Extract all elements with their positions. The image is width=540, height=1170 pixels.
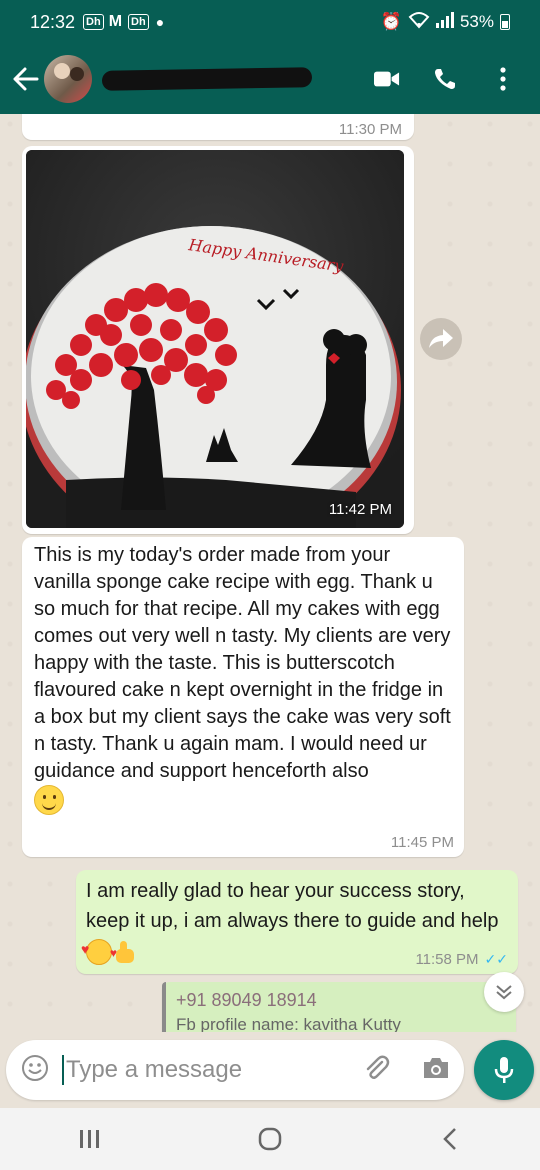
cake-image: Happy Anniversary [26,150,404,528]
text-caret [62,1055,64,1085]
recent-apps-button[interactable] [60,1119,120,1159]
battery-text: 53% [459,12,494,31]
chat-header [0,44,540,114]
status-time: 12:32 [30,11,76,32]
microphone-icon [494,1057,514,1083]
reply-body: I am really glad to hear your success st… [86,880,499,932]
image-time: 11:42 PM [328,501,392,518]
system-navigation-bar [0,1108,540,1170]
message-input-bar [6,1040,464,1100]
battery-icon [500,14,510,30]
message-bubble-previous[interactable]: 11:30 PM [22,114,414,140]
camera-icon[interactable] [422,1056,450,1085]
more-options-icon[interactable] [490,66,516,92]
dailyhunt-icon: Dh [128,14,149,30]
message-time: 11:58 PM [415,951,479,968]
back-nav-button[interactable] [420,1119,480,1159]
message-time: 11:45 PM [390,834,454,851]
smiling-hearts-emoji-icon [81,934,117,968]
chat-area[interactable]: 11:30 PM Happy Anniversary 11:42 PM This… [0,114,540,1032]
contact-card-profile: Fb profile name: kavitha Kutty [176,1015,401,1032]
back-button[interactable] [8,67,44,91]
outgoing-message-bubble[interactable]: I am really glad to hear your success st… [76,870,518,974]
text-message-bubble[interactable]: This is my today's order made from your … [22,537,464,857]
share-arrow-icon [429,329,453,348]
notification-dot-icon: ● [155,14,165,30]
home-icon [258,1127,282,1151]
home-button[interactable] [240,1119,300,1159]
message-body: This is my today's order made from your … [34,544,451,782]
status-bar: 12:32 Dh M Dh ● ⏰ 53% [0,0,540,44]
paperclip-icon[interactable] [362,1054,390,1087]
message-time: 11:30 PM [338,121,402,138]
video-call-icon[interactable] [374,66,400,92]
double-chevron-down-icon [496,985,512,1000]
status-right: ⏰ 53% [381,11,510,34]
gmail-icon: M [108,13,123,30]
emoji-icon[interactable] [20,1053,50,1088]
dailyhunt-icon: Dh [83,14,104,30]
chevron-left-icon [443,1128,456,1150]
alarm-icon: ⏰ [380,12,402,31]
header-actions [374,66,516,92]
forward-button[interactable] [420,318,462,360]
message-meta: 11:58 PM ✓✓ [415,951,508,968]
signal-icon [435,11,454,33]
cake-photo[interactable]: Happy Anniversary 11:42 PM [26,150,404,528]
input-actions [362,1054,450,1087]
phone-call-icon[interactable] [432,66,458,92]
image-message-bubble[interactable]: Happy Anniversary 11:42 PM [22,146,414,534]
contact-card-phone: +91 89049 18914 [176,990,317,1010]
thumbs-up-emoji-icon [112,939,138,965]
arrow-left-icon [13,67,39,91]
recent-apps-icon [80,1130,99,1148]
message-text: This is my today's order made from your … [34,542,452,815]
read-ticks-icon: ✓✓ [484,951,508,967]
contact-name[interactable] [101,67,313,91]
message-input[interactable] [66,1056,336,1084]
scroll-down-button[interactable] [484,972,524,1012]
contact-card[interactable]: +91 89049 18914 Fb profile name: kavitha… [162,982,516,1032]
microphone-button[interactable] [474,1040,534,1100]
avatar[interactable] [44,55,92,103]
wifi-icon [408,11,430,34]
smiley-emoji-icon [34,785,64,815]
